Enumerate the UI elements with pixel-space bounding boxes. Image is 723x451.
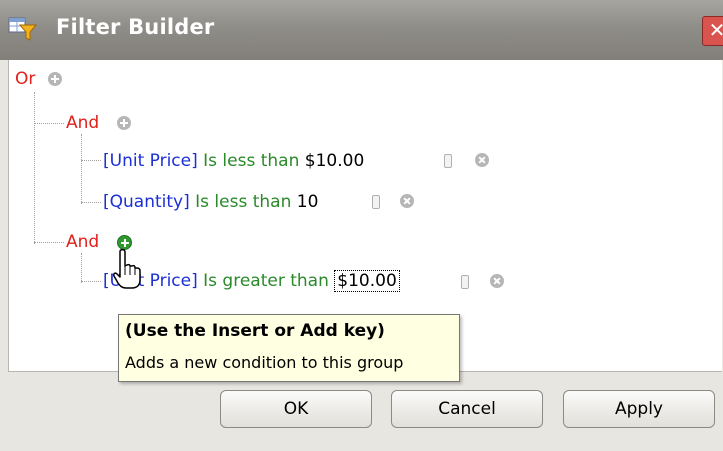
condition-operator[interactable]: Is less than xyxy=(203,151,299,171)
condition-value[interactable]: 10 xyxy=(297,192,319,212)
filter-builder-window: Filter Builder ✕ Or And [Unit Price] Is … xyxy=(0,0,723,451)
apply-button[interactable]: Apply xyxy=(563,390,715,428)
tree-connector xyxy=(81,281,101,282)
close-button[interactable]: ✕ xyxy=(702,16,723,46)
tree-connector xyxy=(34,123,64,124)
title-bar: Filter Builder ✕ xyxy=(0,0,723,60)
group-operator[interactable]: And xyxy=(66,231,99,253)
condition-field[interactable]: [Unit Price] xyxy=(103,151,198,171)
group-operator[interactable]: And xyxy=(66,112,99,134)
parameter-toggle-icon[interactable] xyxy=(444,154,452,168)
tree-connector xyxy=(81,134,82,204)
tooltip-title: (Use the Insert or Add key) xyxy=(125,321,385,341)
condition-field[interactable]: [Quantity] xyxy=(103,192,190,212)
tree-connector xyxy=(34,242,64,243)
parameter-toggle-icon[interactable] xyxy=(372,195,380,209)
condition-value[interactable]: $10.00 xyxy=(305,151,364,171)
condition-row: [Unit Price] Is less than $10.00 xyxy=(103,150,364,172)
condition-value[interactable]: $10.00 xyxy=(334,270,400,292)
add-circle-icon[interactable] xyxy=(48,72,62,86)
parameter-toggle-icon[interactable] xyxy=(461,275,469,289)
condition-operator[interactable]: Is greater than xyxy=(203,271,329,291)
window-title: Filter Builder xyxy=(56,15,215,39)
add-circle-icon[interactable] xyxy=(117,116,131,130)
root-operator[interactable]: Or xyxy=(15,68,35,90)
cancel-button[interactable]: Cancel xyxy=(391,390,543,428)
ok-button[interactable]: OK xyxy=(220,390,372,428)
tree-connector xyxy=(81,160,101,161)
tree-connector xyxy=(34,92,35,244)
tooltip: (Use the Insert or Add key) Adds a new c… xyxy=(118,314,460,382)
tree-connector xyxy=(81,202,101,203)
remove-circle-icon[interactable] xyxy=(475,153,489,167)
condition-row: [Quantity] Is less than 10 xyxy=(103,191,318,213)
tooltip-text: Adds a new condition to this group xyxy=(125,353,404,372)
condition-operator[interactable]: Is less than xyxy=(195,192,291,212)
condition-row: [Unit Price] Is greater than $10.00 xyxy=(103,270,400,292)
filter-funnel-icon xyxy=(8,17,38,41)
remove-circle-icon[interactable] xyxy=(400,194,414,208)
remove-circle-icon[interactable] xyxy=(490,274,504,288)
tree-connector xyxy=(81,253,82,283)
hand-pointer-icon xyxy=(113,248,141,289)
